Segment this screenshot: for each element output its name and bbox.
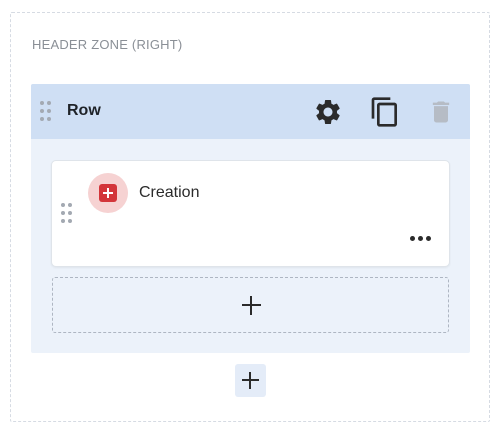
- component-icon-badge: [88, 173, 128, 213]
- add-component-area[interactable]: [52, 277, 449, 333]
- add-row-button[interactable]: [235, 364, 266, 397]
- gear-icon: [316, 100, 340, 124]
- more-options-button[interactable]: [407, 231, 435, 245]
- row-header: Row: [31, 84, 470, 139]
- component-card[interactable]: Creation: [51, 160, 450, 267]
- zone-label: HEADER ZONE (RIGHT): [32, 37, 183, 52]
- plus-square-icon: [99, 184, 117, 202]
- card-drag-handle-icon[interactable]: [61, 203, 75, 225]
- settings-button[interactable]: [313, 97, 343, 127]
- plus-icon: [242, 372, 259, 389]
- delete-button[interactable]: [427, 98, 455, 126]
- component-title: Creation: [139, 184, 200, 201]
- duplicate-button[interactable]: [369, 96, 401, 128]
- plus-icon: [242, 296, 261, 315]
- copy-icon: [371, 97, 397, 127]
- row-drag-handle-icon[interactable]: [40, 101, 54, 123]
- row-title: Row: [67, 102, 101, 119]
- trash-icon: [432, 101, 450, 123]
- row-block: Row Creation: [31, 84, 470, 353]
- more-horizontal-icon: [410, 236, 415, 241]
